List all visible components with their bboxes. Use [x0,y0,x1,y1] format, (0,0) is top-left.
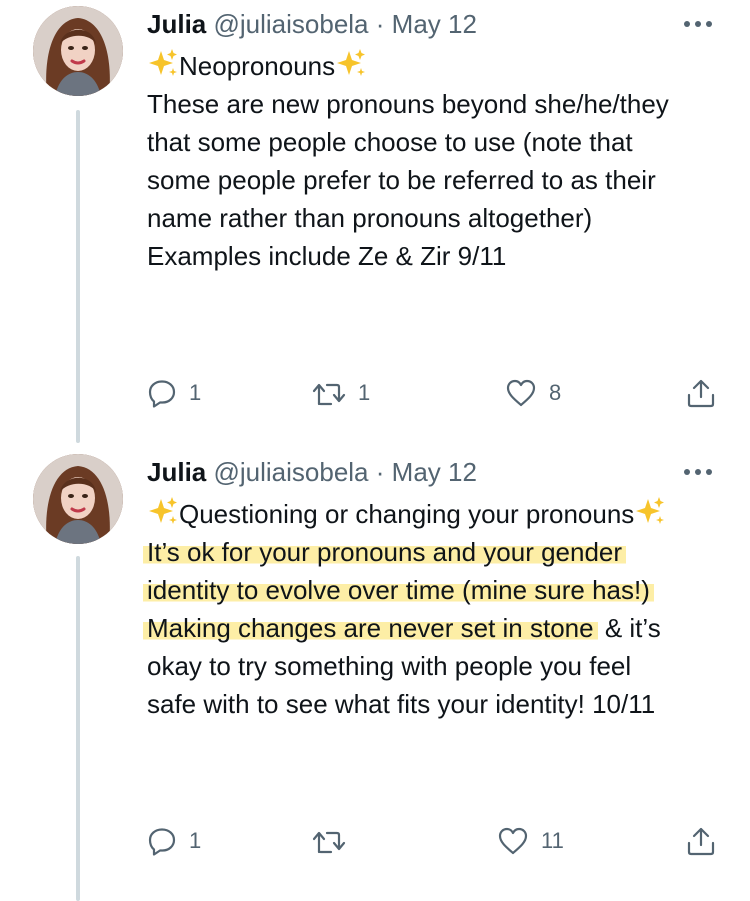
tweet-date[interactable]: May 12 [392,9,477,39]
tweet-actions: 1 1 8 [147,373,727,413]
ellipsis-icon [684,21,712,27]
share-icon [687,827,715,856]
share-icon [687,379,715,408]
retweet-button[interactable] [312,821,358,861]
more-options-button[interactable] [676,4,720,44]
tweet-title: Neopronouns [179,51,336,81]
tweet-line: that some people choose to use (note tha… [147,127,633,157]
tweet-title-line: Questioning or changing your pronouns [147,495,727,533]
like-count: 8 [549,380,562,405]
like-button[interactable]: 8 [505,373,561,413]
like-count: 11 [541,828,564,853]
tweet-line: identity to evolve over time (mine sure … [143,571,727,609]
tweet-line: These are new pronouns beyond she/he/the… [147,89,669,119]
sparkles-icon [337,49,366,76]
like-button[interactable]: 11 [497,821,564,861]
retweet-icon [312,831,346,854]
avatar-image [33,6,123,96]
share-button[interactable] [685,821,717,861]
sparkles-icon [149,497,177,524]
tweet-line: Making changes are never set in stone & … [143,609,727,647]
highlighted-text: identity to evolve over time (mine sure … [143,575,654,605]
reply-count: 1 [189,828,202,853]
tweet-text-segment: & it’s [597,613,661,643]
tweet-line: some people prefer to be referred to as … [147,165,656,195]
author-handle[interactable]: @juliaisobela [213,457,368,487]
reply-button[interactable]: 1 [147,821,201,861]
tweet-text: Neopronouns These are new pronouns beyon… [147,47,727,275]
heart-icon [498,827,528,855]
tweet-date[interactable]: May 12 [392,457,477,487]
tweet-line: It’s ok for your pronouns and your gende… [143,533,727,571]
tweet-title: Questioning or changing your pronouns [179,499,635,529]
author-handle[interactable]: @juliaisobela [213,9,368,39]
author-name[interactable]: Julia [147,457,206,487]
tweet-line: Examples include Ze & Zir 9/11 [147,241,507,271]
reply-count: 1 [189,380,202,405]
retweet-count: 1 [358,380,371,405]
header-separator: · [375,9,385,39]
tweet-line: name rather than pronouns altogether) [147,203,593,233]
reply-button[interactable]: 1 [147,373,201,413]
avatar-image [33,454,123,544]
tweet-title-line: Neopronouns [147,47,727,85]
tweet[interactable]: Julia @juliaisobela · May 12 Neopronouns… [0,0,750,445]
author-name[interactable]: Julia [147,9,206,39]
share-button[interactable] [685,373,717,413]
avatar[interactable] [33,6,123,96]
highlighted-text: It’s ok for your pronouns and your gende… [143,537,627,567]
tweet-actions: 1 11 [147,821,727,861]
reply-icon [148,380,176,408]
tweet-line: safe with to see what fits your identity… [147,689,656,719]
tweet[interactable]: Julia @juliaisobela · May 12 Questioning… [0,448,750,901]
tweet-header: Julia @juliaisobela · May 12 [147,4,720,44]
highlighted-text: Making changes are never set in stone [143,613,598,643]
header-separator: · [375,457,385,487]
avatar[interactable] [33,454,123,544]
ellipsis-icon [684,469,712,475]
sparkles-icon [149,49,177,76]
retweet-button[interactable]: 1 [312,373,370,413]
retweet-icon [312,383,346,406]
tweet-header: Julia @juliaisobela · May 12 [147,452,720,492]
tweet-line: okay to try something with people you fe… [147,651,632,681]
heart-icon [506,379,536,407]
reply-icon [148,828,176,856]
sparkles-icon [636,497,665,524]
tweet-text: Questioning or changing your pronouns It… [143,495,727,723]
more-options-button[interactable] [676,452,720,492]
